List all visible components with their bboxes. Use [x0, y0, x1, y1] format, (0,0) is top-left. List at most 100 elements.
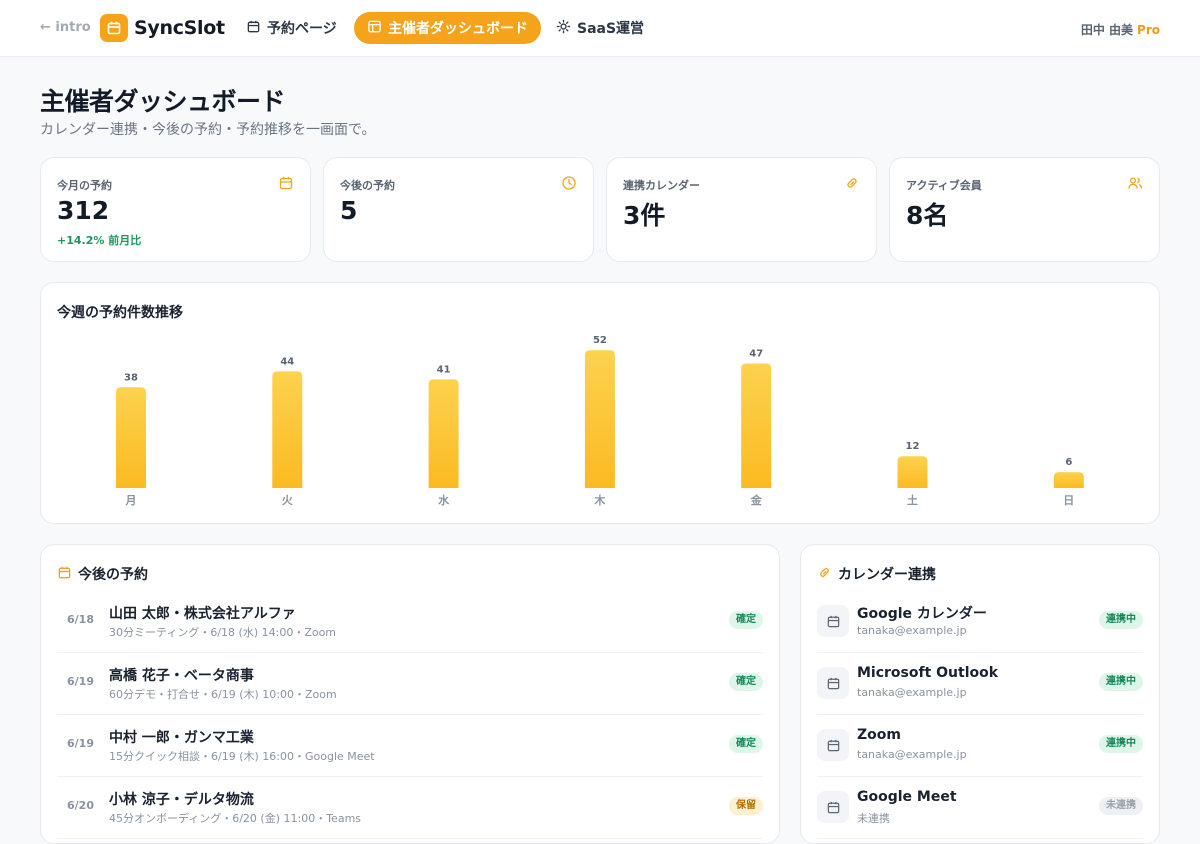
- calendar-name: Google Meet: [857, 789, 957, 805]
- calendar-account: 未連携: [857, 812, 890, 825]
- booking-meta: 15分クイック相談・6/19 (木) 16:00・Google Meet: [109, 750, 375, 763]
- chart-data-label: 52: [593, 335, 607, 346]
- calendar-icon: [817, 667, 849, 699]
- chart-tick-label: 火: [282, 494, 294, 507]
- chart-bar-火[interactable]: [272, 371, 303, 488]
- page-title: 主催者ダッシュボード: [40, 87, 286, 116]
- nav-saas-admin[interactable]: SaaS運営: [556, 12, 644, 44]
- calendar-account: tanaka@example.jp: [857, 686, 967, 699]
- nav-label: SaaS運営: [577, 21, 645, 37]
- calendar-icon: [817, 605, 849, 637]
- stat-card-linked-calendars: 連携カレンダー 3件: [606, 157, 877, 262]
- chart-data-label: 47: [749, 348, 763, 359]
- upcoming-bookings-card: 今後の予約 6/18 山田 太郎・株式会社アルファ 30分ミーティング・6/18…: [40, 544, 780, 844]
- chart-bar-水[interactable]: [428, 379, 459, 488]
- stat-change: +14.2% 前月比: [57, 234, 142, 247]
- chart-tick-label: 月: [125, 494, 137, 507]
- link-icon: [817, 565, 832, 584]
- status-badge: 確定: [729, 735, 763, 753]
- calendar-name: Google カレンダー: [857, 606, 987, 622]
- stat-value: 5: [340, 196, 358, 225]
- stat-card-active-members: アクティブ会員 8名: [889, 157, 1160, 262]
- calendar-row[interactable]: Microsoft Outlook tanaka@example.jp 連携中: [817, 653, 1143, 715]
- status-badge: 連携中: [1099, 673, 1143, 691]
- chart-tick-label: 金: [750, 493, 763, 507]
- stat-label: 今月の予約: [57, 179, 112, 192]
- status-badge: 未連携: [1099, 797, 1143, 815]
- stat-card-upcoming-bookings: 今後の予約 5: [323, 157, 594, 262]
- status-badge: 確定: [729, 611, 763, 629]
- booking-row[interactable]: 6/20 小林 涼子・デルタ物流 45分オンボーディング・6/20 (金) 11…: [57, 777, 763, 839]
- booking-date: 6/18: [67, 613, 94, 626]
- calendar-icon: [246, 19, 261, 38]
- users-icon: [1127, 175, 1143, 191]
- chart-bar-木[interactable]: [584, 350, 615, 488]
- top-bar: ← intro SyncSlot 予約ページ 主催者ダッシュボード SaaS運営…: [0, 0, 1200, 57]
- section-title-text: カレンダー連携: [838, 567, 936, 583]
- booking-name: 中村 一郎・ガンマ工業: [109, 730, 254, 746]
- calendar-icon: [278, 175, 294, 191]
- chart-data-label: 12: [906, 441, 920, 452]
- calendar-name: Microsoft Outlook: [857, 665, 999, 681]
- chart-data-label: 41: [437, 364, 451, 375]
- booking-meta: 45分オンボーディング・6/20 (金) 11:00・Teams: [109, 812, 362, 825]
- link-icon: [844, 175, 860, 191]
- booking-name: 山田 太郎・株式会社アルファ: [109, 606, 296, 622]
- chart-tick-label: 水: [438, 493, 450, 507]
- chart-data-label: 38: [124, 372, 138, 383]
- booking-name: 小林 涼子・デルタ物流: [109, 792, 254, 808]
- booking-date: 6/19: [67, 737, 94, 750]
- layout-icon: [367, 19, 382, 38]
- stat-value: 312: [57, 196, 110, 225]
- booking-name: 高橋 花子・ベータ商事: [109, 668, 254, 684]
- calendar-account: tanaka@example.jp: [857, 624, 967, 637]
- booking-row[interactable]: 6/19 高橋 花子・ベータ商事 60分デモ・打合せ・6/19 (木) 10:0…: [57, 653, 763, 715]
- status-badge: 保留: [729, 797, 763, 815]
- clock-icon: [561, 175, 577, 191]
- user-name: 田中 由美: [1080, 23, 1134, 37]
- chart-bar-月[interactable]: [116, 387, 146, 488]
- section-title-text: 今後の予約: [78, 567, 148, 583]
- calendar-row[interactable]: Google カレンダー tanaka@example.jp 連携中: [817, 591, 1143, 653]
- calendar-integrations-card: カレンダー連携 Google カレンダー tanaka@example.jp 連…: [800, 544, 1160, 844]
- chart-tick-label: 日: [1063, 494, 1074, 507]
- booking-date: 6/20: [67, 799, 94, 812]
- back-link[interactable]: ← intro: [40, 20, 91, 35]
- chart-data-label: 44: [280, 356, 294, 367]
- stat-label: アクティブ会員: [906, 179, 982, 192]
- status-badge: 確定: [729, 673, 763, 691]
- section-title: 今後の予約: [57, 564, 148, 584]
- chart-bar-土[interactable]: [897, 456, 928, 488]
- weekly-bookings-chart: 38 月 44 火 41 水 52 木 47 金 12 土 6 日: [116, 335, 1084, 507]
- booking-meta: 60分デモ・打合せ・6/19 (木) 10:00・Zoom: [109, 688, 337, 701]
- booking-meta: 30分ミーティング・6/18 (水) 14:00・Zoom: [109, 626, 337, 639]
- stat-card-monthly-bookings: 今月の予約 312 +14.2% 前月比: [40, 157, 311, 262]
- stat-value: 3件: [623, 201, 666, 230]
- status-badge: 連携中: [1099, 735, 1143, 753]
- nav-organizer-dashboard[interactable]: 主催者ダッシュボード: [354, 12, 541, 44]
- nav-booking-page[interactable]: 予約ページ: [246, 12, 337, 44]
- user-menu[interactable]: 田中 由美 Pro: [1081, 21, 1160, 38]
- gear-icon: [556, 19, 571, 38]
- calendar-row[interactable]: Google Meet 未連携 未連携: [817, 777, 1143, 839]
- nav-label: 主催者ダッシュボード: [388, 21, 528, 37]
- calendar-row[interactable]: Zoom tanaka@example.jp 連携中: [817, 715, 1143, 777]
- chart-bar-金[interactable]: [741, 363, 772, 488]
- booking-row[interactable]: 6/18 山田 太郎・株式会社アルファ 30分ミーティング・6/18 (水) 1…: [57, 591, 763, 653]
- stat-label: 連携カレンダー: [623, 179, 700, 192]
- section-title: カレンダー連携: [817, 564, 936, 584]
- brand-name[interactable]: SyncSlot: [134, 17, 225, 39]
- booking-date: 6/19: [67, 675, 94, 688]
- weekly-bookings-chart-card: 今週の予約件数推移 38 月 44 火 41 水 52 木 47 金 12 土 6 日: [40, 282, 1160, 524]
- page-subtitle: カレンダー連携・今後の予約・予約推移を一画面で。: [40, 122, 376, 138]
- calendar-icon: [57, 565, 72, 584]
- chart-tick-label: 木: [593, 493, 606, 507]
- chart-data-label: 6: [1065, 457, 1072, 468]
- chart-bar-日[interactable]: [1053, 472, 1084, 488]
- booking-row[interactable]: 6/19 中村 一郎・ガンマ工業 15分クイック相談・6/19 (木) 16:0…: [57, 715, 763, 777]
- calendar-icon: [817, 729, 849, 761]
- status-badge: 連携中: [1099, 611, 1143, 629]
- calendar-account: tanaka@example.jp: [857, 748, 967, 761]
- logo-icon[interactable]: [100, 14, 128, 42]
- stat-label: 今後の予約: [340, 179, 395, 192]
